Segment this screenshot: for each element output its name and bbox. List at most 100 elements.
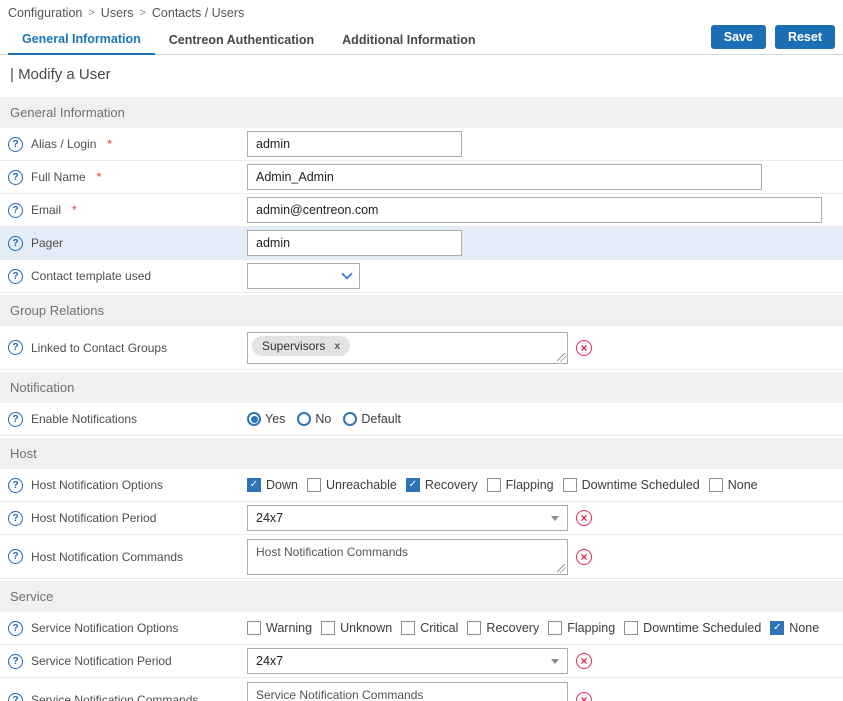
checkbox-icon: ✓ xyxy=(247,621,261,635)
row-full-name: ? Full Name * xyxy=(0,161,843,194)
help-icon[interactable]: ? xyxy=(8,170,23,185)
breadcrumb-contacts-users[interactable]: Contacts / Users xyxy=(152,6,244,20)
chip-supervisors: Supervisors x xyxy=(252,336,350,356)
row-contact-template: ? Contact template used xyxy=(0,260,843,293)
contact-template-label: Contact template used xyxy=(31,269,151,283)
row-contact-groups: ? Linked to Contact Groups Supervisors x… xyxy=(0,326,843,370)
caret-down-icon xyxy=(551,659,559,664)
service-period-select[interactable]: 24x7 xyxy=(247,648,568,674)
help-icon[interactable]: ? xyxy=(8,478,23,493)
checkbox-downtime-scheduled[interactable]: ✓ Downtime Scheduled xyxy=(624,621,761,635)
checkbox-none[interactable]: ✓ None xyxy=(770,621,819,635)
row-host-notification-period: ? Host Notification Period 24x7 × xyxy=(0,502,843,535)
chevron-down-icon xyxy=(341,268,352,279)
help-icon[interactable]: ? xyxy=(8,203,23,218)
host-period-select[interactable]: 24x7 xyxy=(247,505,568,531)
full-name-label: Full Name xyxy=(31,170,86,184)
breadcrumb-configuration[interactable]: Configuration xyxy=(8,6,82,20)
email-label: Email xyxy=(31,203,61,217)
clear-field-icon[interactable]: × xyxy=(576,510,592,526)
radio-label: Yes xyxy=(265,412,285,426)
alias-label: Alias / Login xyxy=(31,137,96,151)
tab-general-information[interactable]: General Information xyxy=(8,25,155,55)
checkbox-recovery[interactable]: ✓ Recovery xyxy=(406,478,478,492)
help-icon[interactable]: ? xyxy=(8,621,23,636)
contact-groups-input[interactable]: Supervisors x xyxy=(247,332,568,364)
checkbox-down[interactable]: ✓ Down xyxy=(247,478,298,492)
checkbox-none[interactable]: ✓ None xyxy=(709,478,758,492)
clear-field-icon[interactable]: × xyxy=(576,549,592,565)
radio-no[interactable]: No xyxy=(297,412,331,426)
resize-handle[interactable] xyxy=(557,353,566,362)
host-commands-input[interactable] xyxy=(247,539,568,575)
row-host-notification-commands: ? Host Notification Commands × xyxy=(0,535,843,579)
help-icon[interactable]: ? xyxy=(8,269,23,284)
checkbox-critical[interactable]: ✓ Critical xyxy=(401,621,458,635)
alias-input[interactable] xyxy=(247,131,462,157)
resize-handle[interactable] xyxy=(557,564,566,573)
checkbox-icon: ✓ xyxy=(487,478,501,492)
pager-input[interactable] xyxy=(247,230,462,256)
enable-notifications-radiogroup: Yes No Default xyxy=(247,412,401,426)
caret-down-icon xyxy=(551,516,559,521)
section-service: Service xyxy=(0,581,843,612)
service-commands-input[interactable] xyxy=(247,682,568,701)
host-options-label: Host Notification Options xyxy=(31,478,163,492)
row-enable-notifications: ? Enable Notifications Yes No Default xyxy=(0,403,843,436)
required-marker: * xyxy=(107,137,112,151)
checkbox-icon: ✓ xyxy=(624,621,638,635)
help-icon[interactable]: ? xyxy=(8,412,23,427)
help-icon[interactable]: ? xyxy=(8,549,23,564)
checkbox-icon: ✓ xyxy=(709,478,723,492)
checkbox-warning[interactable]: ✓ Warning xyxy=(247,621,312,635)
breadcrumb: Configuration > Users > Contacts / Users xyxy=(0,0,843,25)
radio-label: No xyxy=(315,412,331,426)
save-button[interactable]: Save xyxy=(711,25,766,49)
row-email: ? Email * xyxy=(0,194,843,227)
chip-label: Supervisors xyxy=(262,339,325,353)
checkbox-unknown[interactable]: ✓ Unknown xyxy=(321,621,392,635)
help-icon[interactable]: ? xyxy=(8,511,23,526)
page-title: | Modify a User xyxy=(0,55,843,95)
row-host-notification-options: ? Host Notification Options ✓ Down ✓ Unr… xyxy=(0,469,843,502)
host-options-group: ✓ Down ✓ Unreachable ✓ Recovery ✓ Flappi… xyxy=(247,478,758,492)
tab-centreon-authentication[interactable]: Centreon Authentication xyxy=(155,26,328,54)
checkbox-recovery[interactable]: ✓ Recovery xyxy=(467,621,539,635)
breadcrumb-users[interactable]: Users xyxy=(101,6,134,20)
checkbox-flapping[interactable]: ✓ Flapping xyxy=(548,621,615,635)
chip-remove-icon[interactable]: x xyxy=(334,340,340,352)
help-icon[interactable]: ? xyxy=(8,137,23,152)
help-icon[interactable]: ? xyxy=(8,236,23,251)
contact-groups-label: Linked to Contact Groups xyxy=(31,341,167,355)
checkbox-icon: ✓ xyxy=(321,621,335,635)
checkbox-icon: ✓ xyxy=(307,478,321,492)
service-commands-label: Service Notification Commands xyxy=(31,693,198,701)
service-options-label: Service Notification Options xyxy=(31,621,178,635)
email-input[interactable] xyxy=(247,197,822,223)
radio-icon xyxy=(343,412,357,426)
clear-field-icon[interactable]: × xyxy=(576,692,592,701)
pager-label: Pager xyxy=(31,236,63,250)
clear-field-icon[interactable]: × xyxy=(576,340,592,356)
radio-icon xyxy=(297,412,311,426)
clear-field-icon[interactable]: × xyxy=(576,653,592,669)
row-pager: ? Pager xyxy=(0,227,843,260)
reset-button[interactable]: Reset xyxy=(775,25,835,49)
checkbox-unreachable[interactable]: ✓ Unreachable xyxy=(307,478,397,492)
radio-default[interactable]: Default xyxy=(343,412,401,426)
contact-template-select[interactable] xyxy=(247,263,360,289)
checkbox-icon: ✓ xyxy=(548,621,562,635)
required-marker: * xyxy=(72,203,77,217)
help-icon[interactable]: ? xyxy=(8,693,23,701)
full-name-input[interactable] xyxy=(247,164,762,190)
help-icon[interactable]: ? xyxy=(8,340,23,355)
tab-additional-information[interactable]: Additional Information xyxy=(328,26,489,54)
service-options-group: ✓ Warning ✓ Unknown ✓ Critical ✓ Recover… xyxy=(247,621,819,635)
enable-notifications-label: Enable Notifications xyxy=(31,412,137,426)
radio-label: Default xyxy=(361,412,401,426)
checkbox-downtime-scheduled[interactable]: ✓ Downtime Scheduled xyxy=(563,478,700,492)
checkbox-flapping[interactable]: ✓ Flapping xyxy=(487,478,554,492)
radio-yes[interactable]: Yes xyxy=(247,412,285,426)
help-icon[interactable]: ? xyxy=(8,654,23,669)
host-commands-label: Host Notification Commands xyxy=(31,550,183,564)
